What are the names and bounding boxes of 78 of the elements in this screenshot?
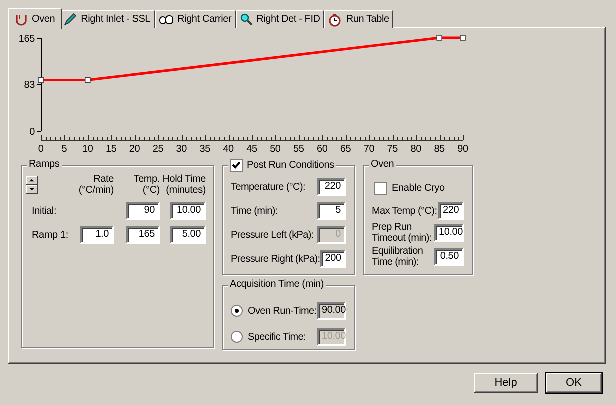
group-title: Acquisition Time (min) [230,279,324,291]
tab[interactable]: Run Table [324,10,394,28]
x-tick-label: 30 [176,144,188,155]
row-label: Ramp 1: [31,230,66,240]
up-arrow-icon[interactable] [28,177,36,184]
row-label: Initial: [31,206,58,216]
x-tick-label: 55 [294,144,304,155]
x-tick-label: 40 [223,144,234,155]
data-point[interactable] [38,77,44,84]
data-point[interactable] [460,35,466,41]
column-header: Rate [94,174,114,185]
x-tick-label: 5 [62,144,68,155]
tab[interactable]: Right Inlet - SSL [60,10,155,28]
column-header: Temp. [134,174,160,185]
tab[interactable]: Right Det - FID [236,10,324,28]
checkbox[interactable] [374,182,387,195]
text-field[interactable]: 0.50 [434,248,464,266]
y-tick-label: 0 [30,127,35,138]
field-label: Equilibration Time (min): [372,246,424,268]
x-tick-label: 10 [82,144,94,155]
text-field[interactable]: 90 [126,202,160,220]
stopwatch-icon [328,12,342,26]
column-unit: (minutes) [166,185,206,196]
pot-icon [15,12,28,26]
y-tick-label: 165 [18,34,35,45]
x-tick-label: 45 [246,144,258,155]
x-tick-label: 65 [340,144,352,155]
text-field[interactable]: 10.00 [170,202,206,220]
column-unit: (°C) [142,185,160,196]
x-tick-label: 75 [387,144,398,155]
text-field[interactable]: 5 [317,202,346,220]
checkbox-label: Enable Cryo [392,183,445,194]
x-tick-label: 60 [316,144,328,155]
text-field[interactable]: 90.00 [317,302,346,320]
cylinders-icon [158,14,174,26]
tab[interactable]: Oven [8,8,62,29]
column-unit: (°C/min) [78,185,114,196]
group-title: Ramps [29,159,60,171]
tab[interactable]: Right Carrier [154,10,236,28]
field-label: Temperature (°C): [231,182,306,192]
magnifier-icon [240,13,253,26]
column-header: Hold Time [162,174,206,185]
radio-button[interactable] [231,331,243,343]
x-tick-label: 85 [434,144,445,155]
x-tick-label: 90 [458,144,468,155]
option-label: Specific Time: [248,332,306,342]
y-tick-label: 83 [24,80,35,92]
text-field[interactable]: 200 [320,250,346,268]
field-label: Time (min): [231,206,278,216]
x-tick-label: 15 [106,144,117,155]
text-field[interactable]: 5.00 [170,226,206,244]
field-label: Pressure Right (kPa): [231,254,320,264]
x-tick-label: 20 [129,144,140,155]
x-tick-label: 70 [364,144,375,155]
text-field[interactable]: 10.00 [434,224,464,242]
pen-icon [64,13,78,26]
checkbox[interactable] [230,159,243,172]
text-field[interactable]: 1.0 [80,226,114,244]
ok-button[interactable]: OK [546,373,602,393]
x-tick-label: 50 [270,144,281,155]
x-tick-label: 80 [410,144,422,155]
text-field[interactable]: 165 [126,226,160,244]
x-tick-label: 25 [152,144,164,155]
data-point[interactable] [85,77,91,84]
field-label: Pressure Left (kPa): [231,230,314,240]
group-title: Oven [371,159,394,171]
help-button[interactable]: Help [474,373,538,393]
down-arrow-icon[interactable] [28,186,36,193]
text-field[interactable]: 220 [317,178,346,196]
x-tick-label: 35 [200,144,210,155]
field-label: Max Temp (°C): [372,206,438,216]
text-field[interactable]: 220 [438,202,464,220]
option-label: Oven Run-Time: [248,306,317,316]
data-point[interactable] [436,35,442,41]
x-tick-label: 0 [38,144,44,155]
field-label: Prep Run Timeout (min): [372,222,433,244]
group-title: Post Run Conditions [247,160,334,172]
radio-button[interactable] [231,305,243,317]
